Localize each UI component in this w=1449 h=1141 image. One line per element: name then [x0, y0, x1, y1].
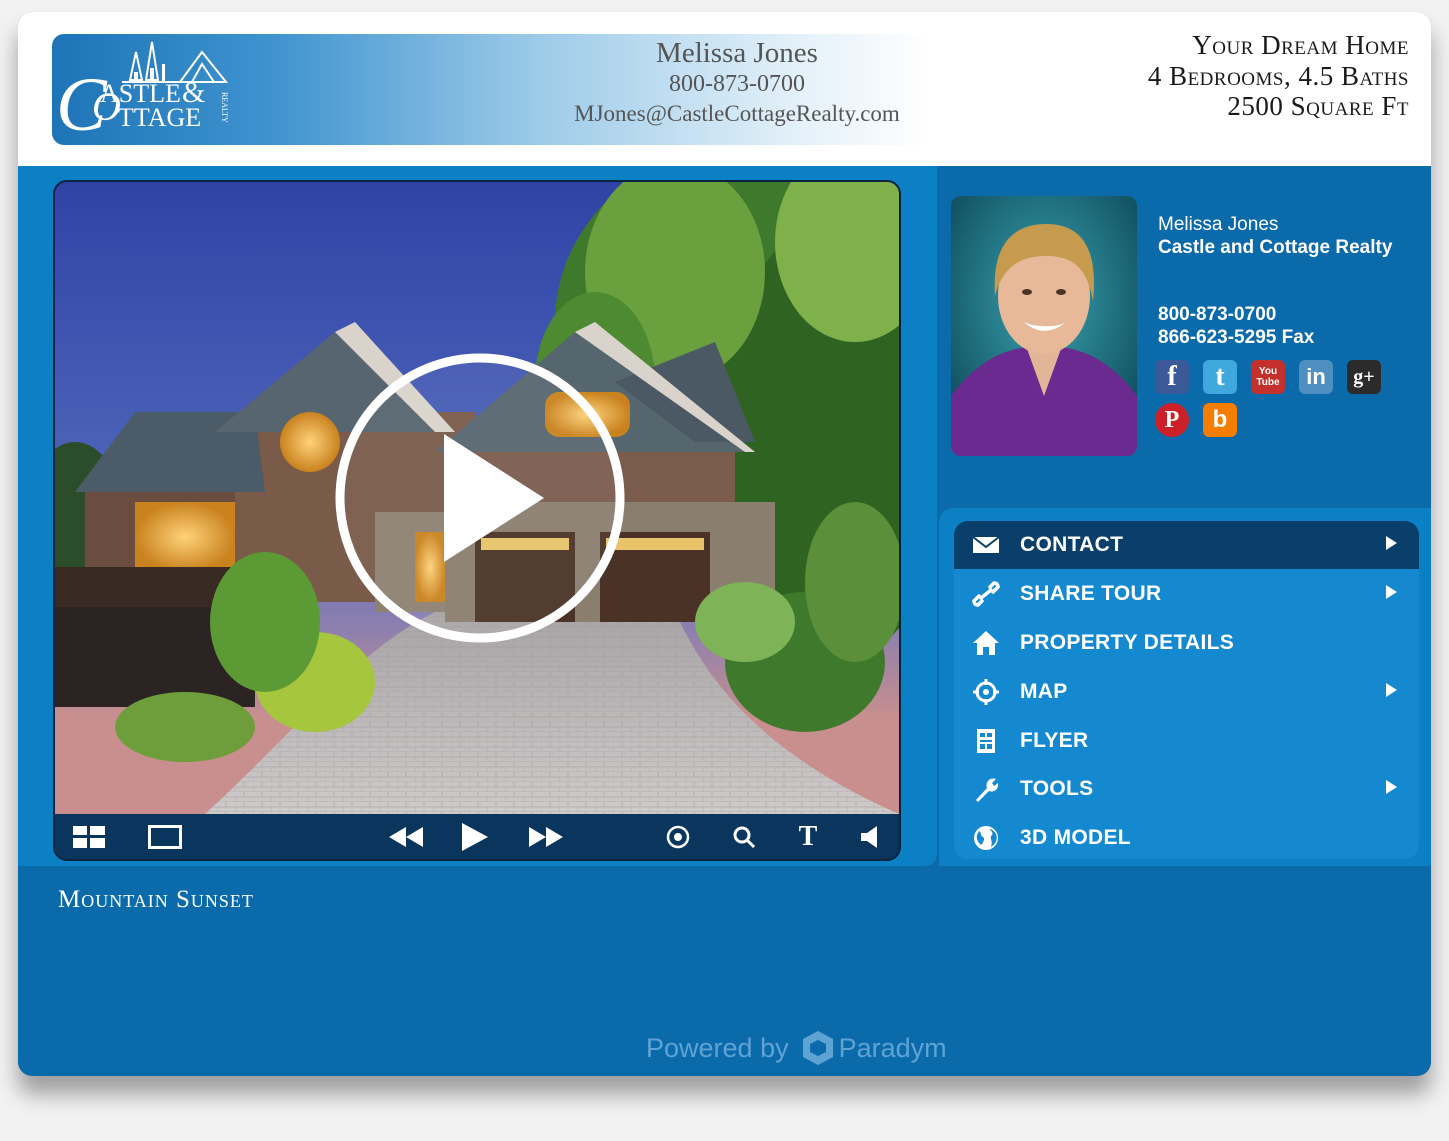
agent-photo [951, 196, 1137, 456]
photo-viewer[interactable]: T [53, 180, 901, 861]
menu-item-contact[interactable]: CONTACT [954, 521, 1419, 569]
menu-item-label: CONTACT [1020, 533, 1124, 556]
agent-header-phone[interactable]: 800-873-0700 [522, 69, 952, 99]
googleplus-icon[interactable]: g+ [1347, 360, 1381, 394]
menu-item-map[interactable]: MAP [954, 668, 1419, 716]
menu-item-tools[interactable]: TOOLS [954, 765, 1419, 813]
agent-card-name: Melissa Jones [1158, 214, 1279, 235]
property-title: Your Dream Home [1192, 30, 1409, 60]
text-icon[interactable]: T [791, 814, 825, 859]
twitter-icon[interactable]: t [1203, 360, 1237, 394]
svg-text:REALTY: REALTY [220, 92, 229, 123]
crosshair-icon [973, 679, 999, 705]
envelope-icon [972, 536, 1000, 553]
play-overlay-button[interactable] [334, 352, 626, 644]
agent-card: Melissa Jones Castle and Cottage Realty … [1158, 214, 1393, 348]
thumbnails-icon[interactable] [71, 814, 107, 859]
pinterest-icon[interactable]: P [1155, 403, 1189, 437]
fullscreen-icon[interactable] [147, 814, 183, 859]
target-icon[interactable] [661, 814, 695, 859]
powered-by[interactable]: Powered by Paradym [646, 1030, 947, 1066]
agent-card-company: Castle and Cottage Realty [1158, 237, 1393, 258]
tour-window: C ASTLE & O TTAGE REALTY Melissa Jones 8… [18, 12, 1431, 1076]
agent-card-fax: 866-623-5295 Fax [1158, 327, 1315, 348]
menu-item-label: PROPERTY DETAILS [1020, 631, 1235, 654]
menu-item-label: FLYER [1020, 729, 1089, 752]
wrench-icon [976, 778, 999, 802]
paradym-brand: Paradym [838, 1032, 947, 1063]
menu-item-property-details[interactable]: PROPERTY DETAILS [954, 619, 1419, 667]
chevron-right-icon [1386, 780, 1397, 794]
agent-header-name: Melissa Jones [656, 37, 818, 69]
svg-text:O: O [92, 84, 121, 129]
brand-banner: C ASTLE & O TTAGE REALTY Melissa Jones 8… [52, 34, 932, 145]
menu-item-label: TOOLS [1020, 777, 1094, 800]
chevron-right-icon [1386, 683, 1397, 697]
menu-item-flyer[interactable]: FLYER [954, 717, 1419, 765]
facebook-icon[interactable]: f [1155, 360, 1189, 394]
chevron-right-icon [1386, 536, 1397, 550]
search-icon[interactable] [727, 814, 761, 859]
tour-menu: CONTACT SHARE TOUR PROPERTY DETAILS MAP … [954, 521, 1419, 859]
flyer-icon [977, 729, 995, 753]
powered-by-label: Powered by [646, 1032, 789, 1063]
fast-forward-icon[interactable] [528, 814, 564, 859]
link-icon [972, 581, 1000, 607]
menu-item-3d-model[interactable]: 3D MODEL [954, 814, 1419, 859]
agent-header-email[interactable]: MJones@CastleCottageRealty.com [522, 99, 952, 129]
menu-item-share-tour[interactable]: SHARE TOUR [954, 570, 1419, 618]
viewer-control-bar: T [55, 814, 899, 859]
property-summary: Your Dream Home 4 Bedrooms, 4.5 Baths 25… [1148, 30, 1409, 122]
property-size: 2500 Square Ft [1227, 91, 1409, 121]
menu-item-label: 3D MODEL [1020, 826, 1131, 849]
linkedin-icon[interactable]: in [1299, 360, 1333, 394]
menu-item-label: MAP [1020, 680, 1068, 703]
photo-caption: Mountain Sunset [58, 886, 254, 913]
blogger-icon[interactable]: b [1203, 403, 1237, 437]
play-icon[interactable] [457, 814, 493, 859]
volume-icon[interactable] [855, 814, 885, 859]
youtube-icon[interactable]: You Tube [1251, 360, 1285, 394]
svg-text:TTAGE: TTAGE [118, 103, 201, 132]
header: C ASTLE & O TTAGE REALTY Melissa Jones 8… [18, 12, 1431, 166]
paradym-logo-icon [802, 1031, 833, 1065]
chevron-right-icon [1386, 585, 1397, 599]
property-rooms: 4 Bedrooms, 4.5 Baths [1147, 60, 1409, 91]
castle-cottage-logo: C ASTLE & O TTAGE REALTY [56, 41, 229, 145]
globe-icon [974, 826, 998, 850]
agent-header-info: Melissa Jones 800-873-0700 MJones@Castle… [522, 37, 952, 129]
menu-item-label: SHARE TOUR [1020, 582, 1162, 605]
home-icon [973, 631, 999, 655]
agent-card-phone[interactable]: 800-873-0700 [1158, 304, 1276, 326]
rewind-icon[interactable] [388, 814, 424, 859]
